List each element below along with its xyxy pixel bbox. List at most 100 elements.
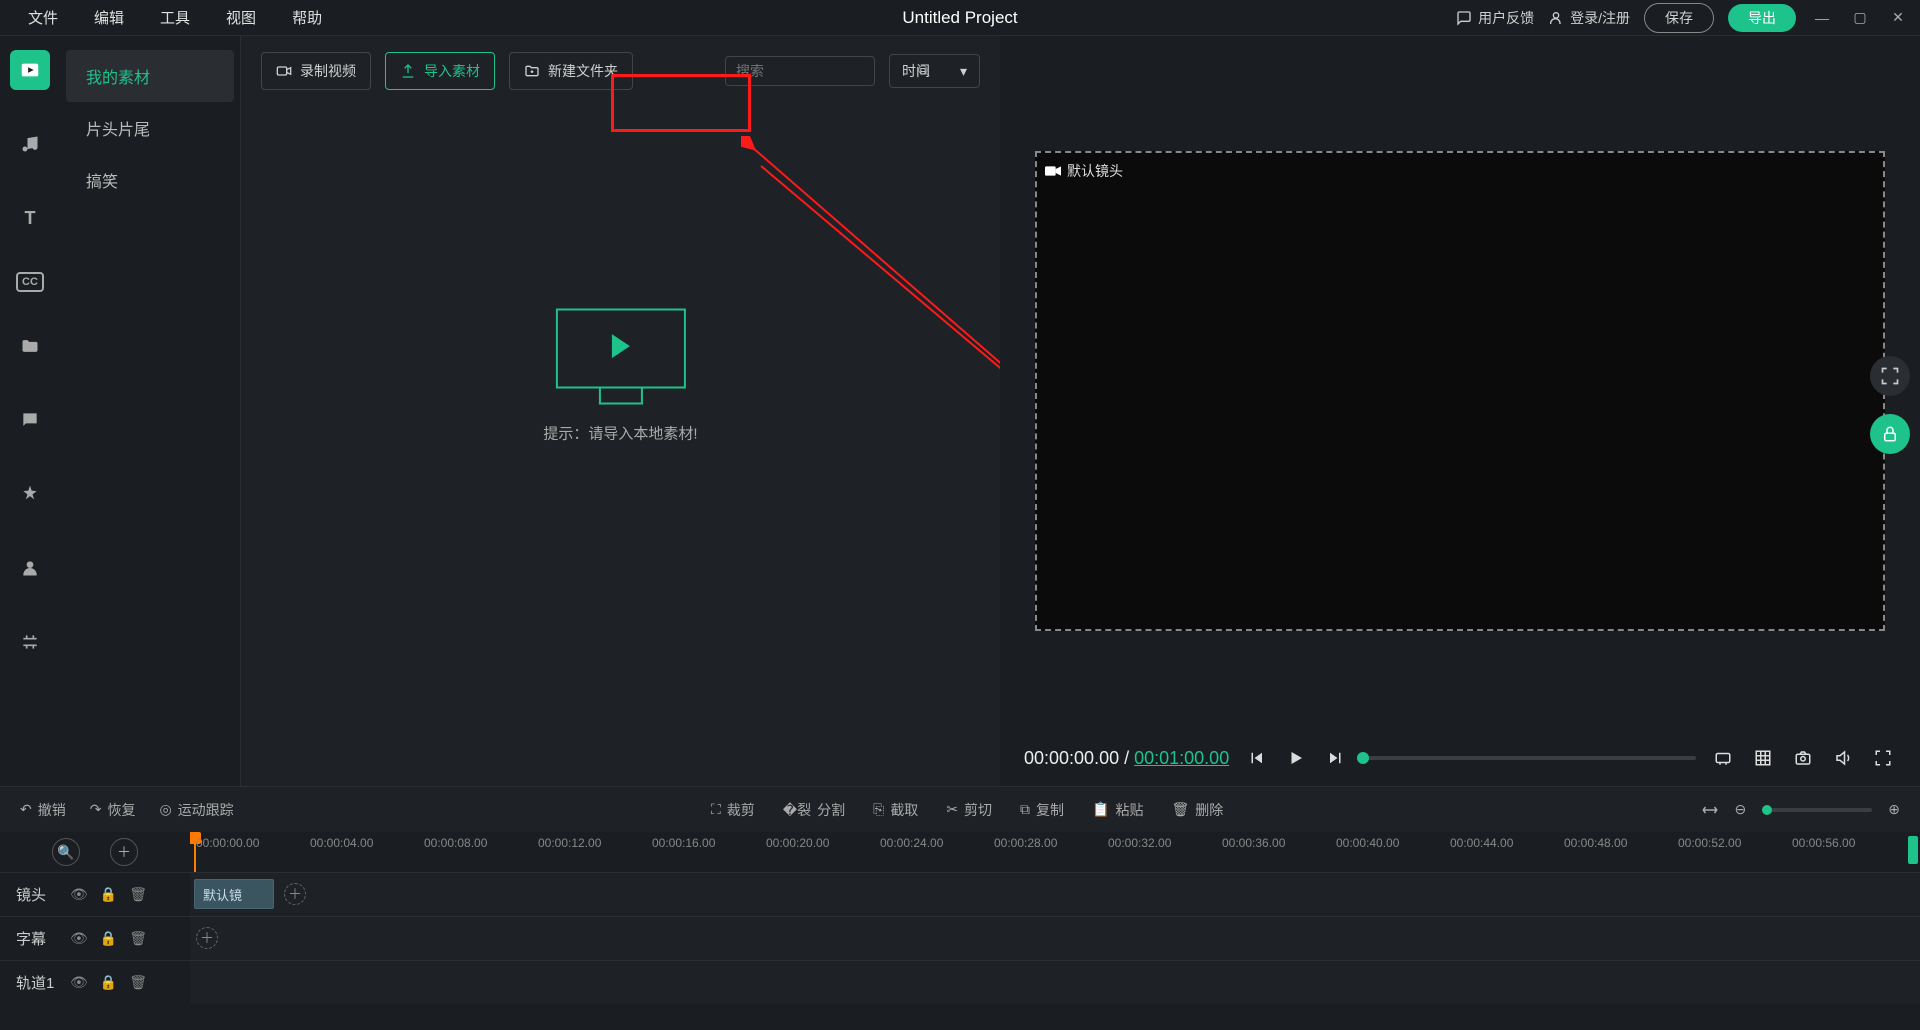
login-button[interactable]: 登录/注册 [1548,8,1630,28]
fit-screen-button[interactable] [1870,356,1910,396]
sidebar-person-icon[interactable] [10,548,50,588]
category-funny[interactable]: 搞笑 [60,154,240,206]
sidebar-media-icon[interactable] [10,50,50,90]
category-intro-outro[interactable]: 片头片尾 [60,102,240,154]
track-delete[interactable]: 🗑 [129,974,147,991]
ruler-tick: 00:00:16.00 [652,836,715,850]
sidebar-comment-icon[interactable] [10,400,50,440]
chat-icon [1456,10,1472,26]
delete-button[interactable]: 🗑删除 [1171,800,1223,820]
cut-button[interactable]: ✂剪切 [946,800,992,820]
volume-button[interactable] [1830,745,1856,771]
play-button[interactable] [1283,745,1309,771]
track-camera-label: 镜头 [0,884,70,905]
playback-time: 00:00:00.00 / 00:01:00.00 [1024,748,1229,769]
copy-button[interactable]: ⧉复制 [1020,800,1064,820]
preview-panel: 默认镜头 00:00:00.00 / 00:01:00.00 [1000,36,1920,786]
sidebar-music-icon[interactable] [10,124,50,164]
clip-default-camera[interactable]: 默认镜 [194,879,274,909]
sidebar-caption-icon[interactable]: CC [16,272,44,292]
visibility-toggle[interactable]: 👁 [70,930,88,947]
duration-link[interactable]: 00:01:00.00 [1134,748,1229,768]
prev-frame-button[interactable] [1243,745,1269,771]
minimize-icon[interactable]: — [1810,10,1834,26]
track-camera-lane[interactable]: 默认镜 ＋ [190,873,1920,916]
redo-button[interactable]: ↷恢复 [90,800,136,820]
sidebar-text-icon[interactable]: T [10,198,50,238]
feedback-button[interactable]: 用户反馈 [1456,8,1534,28]
maximize-icon[interactable]: ▢ [1848,9,1872,26]
menu-file[interactable]: 文件 [10,1,76,34]
crop-button[interactable]: ⛶裁剪 [711,800,755,820]
new-folder-label: 新建文件夹 [548,61,618,81]
export-button[interactable]: 导出 [1728,4,1796,32]
category-list: 我的素材 片头片尾 搞笑 [60,36,240,786]
loop-button[interactable] [1710,745,1736,771]
timeline-add-button[interactable]: ＋ [110,838,138,866]
track-1-lane[interactable] [190,961,1920,1004]
zoom-out-button[interactable]: ⊖ [1735,801,1747,818]
preview-canvas[interactable]: 默认镜头 [1035,151,1885,631]
sidebar-effects-icon[interactable] [10,474,50,514]
track-subtitle-label: 字幕 [0,928,70,949]
ruler-tick: 00:00:36.00 [1222,836,1285,850]
timeline-toolbar: ↶撤销 ↷恢复 ◎运动跟踪 ⛶裁剪 �裂分割 ⎘截取 ✂剪切 ⧉复制 📋粘贴 🗑… [0,786,1920,832]
save-button[interactable]: 保存 [1644,3,1714,33]
visibility-toggle[interactable]: 👁 [70,886,88,903]
sidebar: T CC [0,36,60,786]
ruler-tick: 00:00:04.00 [310,836,373,850]
zoom-slider[interactable] [1762,808,1872,812]
track-1-label: 轨道1 [0,972,70,993]
login-label: 登录/注册 [1570,8,1630,28]
add-clip-button[interactable]: ＋ [284,883,306,905]
menu-view[interactable]: 视图 [208,1,274,34]
category-my-media[interactable]: 我的素材 [66,50,234,102]
sidebar-transform-icon[interactable] [10,622,50,662]
visibility-toggle[interactable]: 👁 [70,974,88,991]
close-icon[interactable]: ✕ [1886,9,1910,26]
ruler-tick: 00:00:00.00 [196,836,259,850]
monitor-icon [555,309,685,389]
time-ruler[interactable]: 00:00:00.0000:00:04.0000:00:08.0000:00:1… [190,832,1920,872]
search-input-wrapper[interactable] [725,56,875,86]
extract-button[interactable]: ⎘截取 [873,800,918,820]
target-icon: ◎ [159,801,171,818]
menu-tools[interactable]: 工具 [142,1,208,34]
sort-dropdown[interactable]: 时间 ▾ [889,54,980,88]
paste-button[interactable]: 📋粘贴 [1092,800,1143,820]
user-icon [1548,10,1564,26]
lock-toggle[interactable]: 🔒 [100,886,117,903]
ruler-tick: 00:00:40.00 [1336,836,1399,850]
snapshot-button[interactable] [1790,745,1816,771]
extract-icon: ⎘ [873,801,884,818]
track-delete[interactable]: 🗑 [129,930,147,947]
zoom-in-button[interactable]: ⊕ [1888,801,1900,818]
import-media-button[interactable]: 导入素材 [385,52,495,90]
crop-icon: ⛶ [711,801,721,818]
split-button[interactable]: �裂分割 [783,800,845,820]
feedback-label: 用户反馈 [1478,8,1534,28]
menu-edit[interactable]: 编辑 [76,1,142,34]
grid-button[interactable] [1750,745,1776,771]
timeline-search-button[interactable]: 🔍 [52,838,80,866]
new-folder-button[interactable]: 新建文件夹 [509,52,633,90]
lock-toggle[interactable]: 🔒 [100,974,117,991]
fullscreen-button[interactable] [1870,745,1896,771]
undo-button[interactable]: ↶撤销 [20,800,66,820]
ruler-tick: 00:00:52.00 [1678,836,1741,850]
record-video-button[interactable]: 录制视频 [261,52,371,90]
track-subtitle: 字幕 👁 🔒 🗑 ＋ [0,916,1920,960]
lock-toggle[interactable]: 🔒 [100,930,117,947]
motion-track-button[interactable]: ◎运动跟踪 [159,800,233,820]
track-delete[interactable]: 🗑 [129,886,147,903]
fit-timeline-button[interactable] [1701,803,1719,817]
sidebar-folder-icon[interactable] [10,326,50,366]
menu-help[interactable]: 帮助 [274,1,340,34]
lock-button[interactable] [1870,414,1910,454]
undo-icon: ↶ [20,801,32,818]
track-subtitle-lane[interactable]: ＋ [190,917,1920,960]
add-subtitle-button[interactable]: ＋ [196,927,218,949]
playback-progress[interactable] [1363,756,1696,760]
next-frame-button[interactable] [1323,745,1349,771]
end-marker[interactable] [1908,836,1918,864]
